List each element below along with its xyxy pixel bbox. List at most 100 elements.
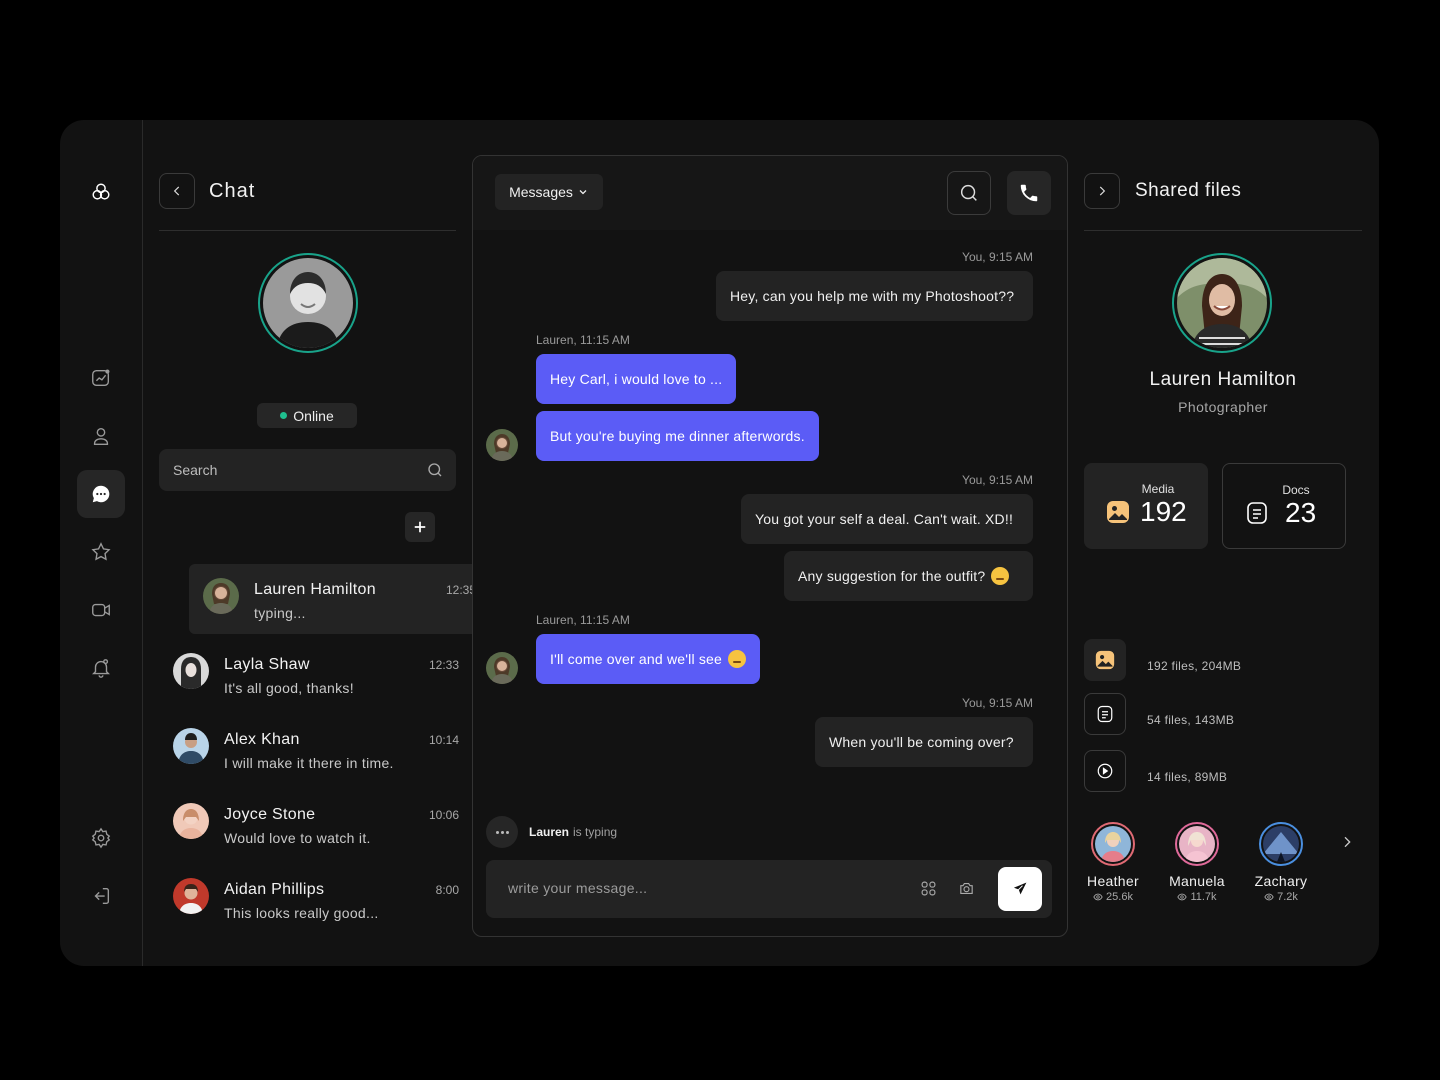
divider [159,230,456,231]
chat-title: Chat [209,180,256,202]
video-icon[interactable] [77,586,125,634]
conversation-item[interactable]: Alex Khan I will make it there in time. … [159,714,469,784]
conversation-item[interactable]: Aidan Phillips This looks really good...… [159,864,469,934]
search-icon [960,184,977,201]
messages-filter-dropdown[interactable]: Messages [495,174,603,210]
media-stat-card[interactable]: Media 192 [1084,463,1208,549]
conversation-item[interactable]: Layla Shaw It's all good, thanks! 12:33 [159,639,469,709]
analytics-icon[interactable] [77,354,125,402]
shared-files-title: Shared files [1135,180,1242,201]
logo-icon[interactable] [77,168,125,216]
avatar [203,578,239,614]
phone-icon [1020,184,1038,202]
message-text: I'll come over and we'll see [550,651,723,667]
thinking-emoji-icon [728,650,747,668]
docs-count: 23 [1285,497,1317,528]
views-label: 25.6k [1106,891,1133,903]
message-text: You got your self a deal. Can't wait. XD… [755,511,1014,527]
new-chat-button[interactable] [405,512,435,542]
typing-indicator: Lauren is typing [486,816,617,848]
message-bubble-outgoing[interactable]: Any suggestion for the outfit? [784,551,1033,601]
message-bubble-outgoing[interactable]: You got your self a deal. Can't wait. XD… [741,494,1033,544]
message-text: But you're buying me dinner afterwords. [550,428,805,444]
back-button[interactable] [159,173,195,209]
profile-avatar[interactable] [258,253,358,353]
conversation-item[interactable]: Lauren Hamilton typing... 12:35 [189,564,486,634]
search-placeholder: Search [173,462,218,478]
message-bubble-outgoing[interactable]: Hey, can you help me with my Photoshoot?… [716,271,1033,321]
message-timestamp: Lauren, 11:15 AM [536,333,630,347]
user-icon[interactable] [77,412,125,460]
message-input[interactable]: write your message... [486,860,1052,918]
chevron-left-icon [173,186,180,196]
collapse-button[interactable] [1084,173,1120,209]
chevron-down-icon [579,190,587,195]
shared-contact[interactable]: Manuela 11.7k [1157,822,1237,912]
settings-icon[interactable] [77,814,125,862]
message-text: Hey, can you help me with my Photoshoot?… [730,288,1015,304]
shared-contact[interactable]: Zachary 7.2k [1241,822,1321,912]
chat-icon[interactable] [77,470,125,518]
conversation-preview: typing... [254,605,306,621]
search-input[interactable]: Search [159,449,456,491]
conversation-item[interactable]: Joyce Stone Would love to watch it. 10:0… [159,789,469,859]
docs-stat-card[interactable]: Docs 23 [1222,463,1346,549]
docs-label: Docs [1282,483,1310,497]
contact-name: Manuela [1169,873,1225,889]
view-count: 7.2k [1241,891,1321,903]
contact-name: Lauren Hamilton [1149,369,1297,390]
plus-icon [414,521,426,533]
apps-icon[interactable] [920,880,937,897]
message-bubble-outgoing[interactable]: When you'll be coming over? [815,717,1033,767]
typing-text: is typing [573,825,618,839]
chat-list-panel: Chat Online Search Lauren Hamilton typin… [159,120,489,966]
document-icon [1084,693,1126,735]
logout-icon[interactable] [77,872,125,920]
file-category-size: 192 files, 204MB [1147,659,1242,673]
views-label: 11.7k [1190,891,1217,903]
conversation-name: Joyce Stone [224,806,316,823]
message-bubble-incoming[interactable]: I'll come over and we'll see [536,634,761,684]
camera-icon[interactable] [958,880,975,897]
document-icon [1247,502,1267,524]
star-icon[interactable] [77,528,125,576]
icon-rail [60,120,143,966]
contact-name: Zachary [1254,873,1308,889]
video-play-icon [1084,750,1126,792]
shared-contact[interactable]: Heather 25.6k [1073,822,1153,912]
contact-avatar[interactable] [1172,253,1272,353]
message-bubble-incoming[interactable]: But you're buying me dinner afterwords. [536,411,819,461]
bell-icon[interactable] [77,644,125,692]
send-button[interactable] [998,867,1042,911]
file-category-row[interactable]: 192 files, 204MB [1084,639,1362,683]
image-icon [1107,501,1129,523]
conversation-preview: Would love to watch it. [224,830,371,846]
shared-files-panel: Shared files Lauren Hamilton Photographe… [1084,120,1362,966]
dropdown-label: Messages [509,184,573,200]
call-button[interactable] [1007,171,1051,215]
file-category-row[interactable]: 14 files, 89MB [1084,750,1362,794]
file-category-size: 54 files, 143MB [1147,713,1235,727]
file-category-row[interactable]: 54 files, 143MB [1084,693,1362,737]
conversation-time: 12:33 [428,658,459,672]
typing-name: Lauren [529,825,570,839]
conversation-name: Alex Khan [224,731,300,748]
conversation-time: 10:06 [428,808,459,822]
search-messages-button[interactable] [947,171,991,215]
chevron-right-icon[interactable] [1339,834,1355,850]
avatar [173,803,209,839]
app-window: Chat Online Search Lauren Hamilton typin… [60,120,1379,966]
message-text: Hey Carl, i would love to ... [550,371,723,387]
file-category-size: 14 files, 89MB [1147,770,1228,784]
message-bubble-incoming[interactable]: Hey Carl, i would love to ... [536,354,737,404]
message-timestamp: You, 9:15 AM [962,473,1033,487]
media-label: Media [1141,482,1175,496]
chevron-right-icon [1099,186,1106,196]
search-icon[interactable] [426,461,444,479]
view-count: 11.7k [1157,891,1237,903]
media-count: 192 [1140,496,1187,527]
eye-icon [1177,893,1188,901]
thinking-emoji-icon [991,567,1010,585]
message-text: Any suggestion for the outfit? [798,568,986,584]
message-timestamp: You, 9:15 AM [962,696,1033,710]
